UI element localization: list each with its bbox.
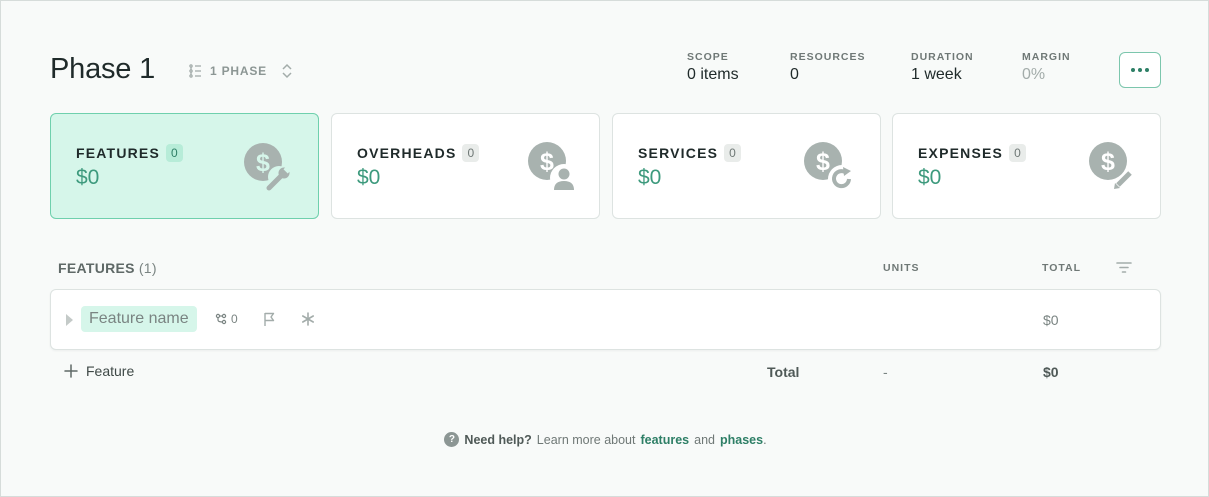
total-amount: $0 — [1043, 364, 1059, 380]
stat-label: MARGIN — [1022, 51, 1071, 63]
card-amount: $0 — [357, 166, 381, 189]
card-expenses[interactable]: EXPENSES 0 $0 $ — [892, 113, 1161, 219]
phases-link[interactable]: phases — [720, 433, 763, 447]
dependency-icon — [215, 313, 227, 325]
card-amount: $0 — [918, 166, 942, 189]
card-features[interactable]: FEATURES 0 $0 $ — [50, 113, 319, 219]
table-row: Feature name 0 $0 — [50, 289, 1161, 350]
stat-value: 0% — [1022, 66, 1046, 83]
filter-icon[interactable] — [1115, 260, 1133, 274]
dollar-wrench-icon: $ — [244, 143, 292, 191]
card-header: EXPENSES 0 — [918, 144, 1026, 162]
dependencies-count: 0 — [231, 312, 238, 326]
asterisk-icon[interactable] — [300, 311, 316, 327]
column-header-total: TOTAL — [1042, 262, 1082, 274]
table-title-label: FEATURES — [58, 260, 135, 276]
stat-value: 1 week — [911, 66, 962, 83]
stat-margin: MARGIN 0% — [1022, 51, 1071, 84]
help-end: . — [763, 432, 767, 447]
card-header: SERVICES 0 — [638, 144, 741, 162]
chevron-up-down-icon — [282, 63, 292, 79]
features-link[interactable]: features — [640, 433, 689, 447]
page-title: Phase 1 — [50, 53, 156, 85]
card-overheads[interactable]: OVERHEADS 0 $0 $ — [331, 113, 600, 219]
card-count-badge: 0 — [166, 144, 183, 162]
stat-duration: DURATION 1 week — [911, 51, 974, 84]
svg-text:$: $ — [816, 148, 830, 176]
stat-value: 0 items — [687, 66, 739, 83]
plus-icon — [64, 364, 78, 378]
row-total: $0 — [1043, 312, 1059, 328]
stat-label: SCOPE — [687, 51, 729, 63]
more-options-button[interactable] — [1119, 52, 1161, 88]
dependencies-button[interactable]: 0 — [215, 312, 238, 326]
total-label: Total — [767, 364, 800, 380]
help-strong: Need help? — [464, 432, 532, 447]
phase-selector-label: 1 PHASE — [210, 64, 267, 78]
phase-selector[interactable]: 1 PHASE — [188, 61, 293, 81]
svg-text:$: $ — [256, 149, 270, 177]
add-feature-button[interactable]: Feature — [64, 363, 134, 379]
card-services[interactable]: SERVICES 0 $0 $ — [612, 113, 881, 219]
card-header: OVERHEADS 0 — [357, 144, 480, 162]
expand-caret-icon[interactable] — [66, 314, 73, 326]
stat-resources: RESOURCES 0 — [790, 51, 866, 84]
more-dot — [1145, 68, 1149, 72]
stat-label: DURATION — [911, 51, 974, 63]
column-header-units: UNITS — [883, 262, 920, 274]
stat-label: RESOURCES — [790, 51, 866, 63]
dollar-pencil-icon: $ — [1089, 142, 1136, 191]
card-amount: $0 — [76, 166, 100, 189]
help-body: Learn more about — [536, 432, 636, 447]
more-dot — [1138, 68, 1142, 72]
card-label: FEATURES — [76, 145, 161, 161]
card-header: FEATURES 0 — [76, 144, 183, 162]
table-title-count: (1) — [138, 260, 157, 276]
total-units: - — [883, 364, 888, 380]
phase-list-icon — [189, 64, 201, 78]
help-phases-wrap: phases. — [715, 433, 767, 447]
card-label: SERVICES — [638, 145, 719, 161]
svg-text:$: $ — [1101, 148, 1115, 176]
add-feature-label: Feature — [86, 363, 135, 379]
card-amount: $0 — [638, 166, 662, 189]
help-and: and — [694, 432, 715, 447]
stat-scope: SCOPE 0 items — [687, 51, 739, 84]
card-label: EXPENSES — [918, 145, 1004, 161]
features-table-title: FEATURES (1) — [58, 260, 157, 276]
more-horizontal-icon — [1131, 68, 1135, 72]
dollar-person-icon: $ — [528, 142, 578, 192]
card-count-badge: 0 — [1009, 144, 1026, 162]
dollar-refresh-icon: $ — [804, 142, 856, 193]
card-count-badge: 0 — [462, 144, 480, 162]
help-text: ? Need help? Learn more about features a… — [1, 432, 1209, 447]
feature-name-input[interactable]: Feature name — [81, 306, 197, 332]
help-question-icon: ? — [444, 432, 460, 447]
phase-page: Phase 1 1 PHASE SCOPE 0 items RESOURCES … — [0, 0, 1209, 497]
card-count-badge: 0 — [724, 144, 741, 162]
stat-value: 0 — [790, 66, 799, 83]
flag-icon[interactable] — [262, 311, 276, 327]
card-label: OVERHEADS — [357, 145, 457, 161]
